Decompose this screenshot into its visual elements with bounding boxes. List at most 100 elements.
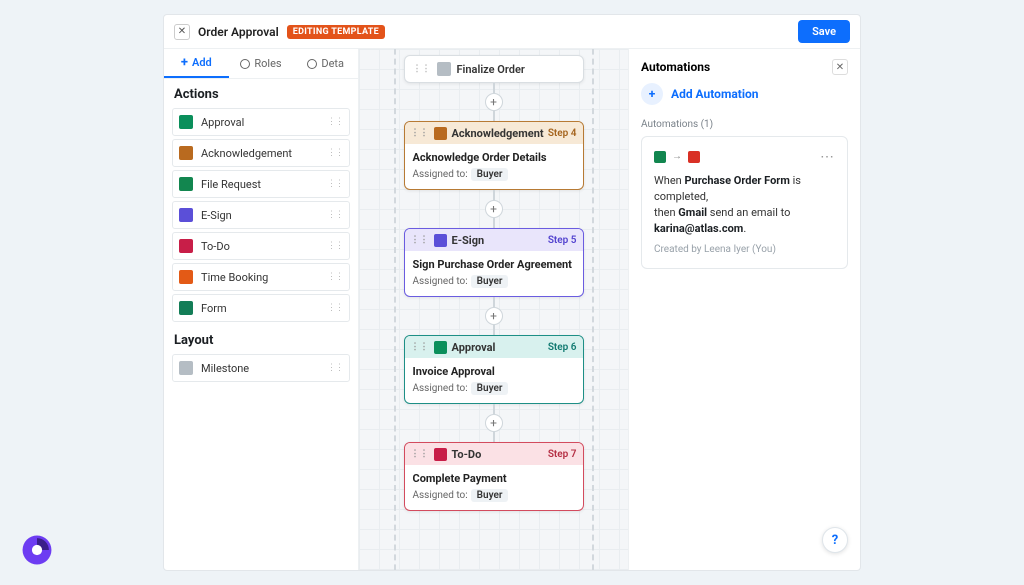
add-step-button[interactable]: + [485, 200, 503, 218]
layout-label: Milestone [201, 362, 249, 375]
file-icon [179, 177, 193, 191]
step-type: E-Sign [452, 234, 485, 247]
tab-add-label: Add [192, 56, 212, 69]
node-finalize-order[interactable]: ⋮⋮ Finalize Order [404, 55, 584, 83]
drag-handle-icon[interactable]: ⋮⋮ [411, 449, 429, 459]
assignee-pill[interactable]: Buyer [471, 275, 509, 288]
action-label: Approval [201, 116, 244, 129]
drag-handle-icon[interactable]: ⋮⋮ [411, 235, 429, 245]
automations-title: Automations [641, 60, 710, 74]
esign-icon [434, 234, 447, 247]
drag-handle-icon[interactable]: ⋮⋮ [327, 303, 343, 313]
help-button[interactable]: ? [822, 527, 848, 553]
action-esign[interactable]: E-Sign ⋮⋮ [172, 201, 350, 229]
gmail-icon [688, 151, 700, 163]
assignee-pill[interactable]: Buyer [471, 489, 509, 502]
assigned-label: Assigned to: [413, 169, 468, 180]
assigned-label: Assigned to: [413, 490, 468, 501]
tab-details[interactable]: Deta [293, 49, 358, 78]
tab-roles-label: Roles [254, 57, 281, 70]
sidebar-tabs: +Add Roles Deta [164, 49, 358, 79]
layout-list: Milestone ⋮⋮ [164, 354, 358, 385]
step-title: Acknowledge Order Details [413, 151, 575, 164]
assignee-pill[interactable]: Buyer [471, 168, 509, 181]
tab-details-label: Deta [321, 57, 344, 70]
drag-handle-icon[interactable]: ⋮⋮ [327, 148, 343, 158]
add-automation-button[interactable]: + Add Automation [641, 83, 848, 105]
todo-icon [434, 448, 447, 461]
drag-handle-icon[interactable]: ⋮⋮ [327, 272, 343, 282]
more-options-button[interactable]: ⋯ [820, 147, 835, 167]
connector-line [493, 432, 495, 442]
save-button[interactable]: Save [798, 20, 850, 43]
action-file-request[interactable]: File Request⋮⋮ [172, 170, 350, 198]
action-label: Acknowledgement [201, 147, 292, 160]
step-esign[interactable]: ⋮⋮ E-Sign Step 5 Sign Purchase Order Agree… [404, 228, 584, 297]
add-step-button[interactable]: + [485, 307, 503, 325]
sheets-icon [654, 151, 666, 163]
layout-heading: Layout [164, 325, 358, 354]
action-label: E-Sign [201, 209, 232, 222]
step-acknowledgement[interactable]: ⋮⋮ Acknowledgement Step 4 Acknowledge Orde… [404, 121, 584, 190]
layout-milestone[interactable]: Milestone ⋮⋮ [172, 354, 350, 382]
drag-handle-icon[interactable]: ⋮⋮ [413, 64, 431, 74]
step-approval[interactable]: ⋮⋮ApprovalStep 6 Invoice ApprovalAssigne… [404, 335, 584, 404]
acknowledgement-icon [434, 127, 447, 140]
step-type: Acknowledgement [452, 127, 544, 140]
connector-line [493, 297, 495, 307]
connector-line [493, 83, 495, 93]
step-title: Sign Purchase Order Agreement [413, 258, 575, 271]
tab-roles[interactable]: Roles [229, 49, 294, 78]
drag-handle-icon[interactable]: ⋮⋮ [327, 117, 343, 127]
action-todo[interactable]: To-Do ⋮⋮ [172, 232, 350, 260]
automation-description: When Purchase Order Form is completed, t… [654, 173, 835, 237]
actions-heading: Actions [164, 79, 358, 108]
milestone-icon [179, 361, 193, 375]
step-number: Step 4 [548, 128, 577, 139]
step-number: Step 5 [548, 235, 577, 246]
drag-handle-icon[interactable]: ⋮⋮ [327, 241, 343, 251]
todo-icon [179, 239, 193, 253]
drag-handle-icon[interactable]: ⋮⋮ [327, 179, 343, 189]
drag-handle-icon[interactable]: ⋮⋮ [327, 363, 343, 373]
connector-line [493, 325, 495, 335]
add-automation-label: Add Automation [671, 87, 759, 101]
workflow-flow: ⋮⋮ Finalize Order + ⋮⋮ Acknowledgement Ste… [404, 55, 584, 511]
template-title: Order Approval [198, 25, 279, 39]
action-time-booking[interactable]: Time Booking⋮⋮ [172, 263, 350, 291]
action-approval[interactable]: Approval ⋮⋮ [172, 108, 350, 136]
connector-line [493, 218, 495, 228]
action-form[interactable]: Form⋮⋮ [172, 294, 350, 322]
step-type: To-Do [452, 448, 482, 461]
action-label: To-Do [201, 240, 230, 253]
add-step-button[interactable]: + [485, 414, 503, 432]
connector-line [493, 111, 495, 121]
close-button[interactable]: ✕ [174, 24, 190, 40]
clock-icon [179, 270, 193, 284]
brand-logo [20, 533, 54, 567]
automation-author: Created by Leena Iyer (You) [654, 243, 835, 258]
step-todo[interactable]: ⋮⋮To-DoStep 7 Complete PaymentAssigned t… [404, 442, 584, 511]
tab-add[interactable]: +Add [164, 49, 229, 78]
drag-handle-icon[interactable]: ⋮⋮ [327, 210, 343, 220]
step-type: Approval [452, 341, 496, 354]
connector-line [493, 190, 495, 200]
approval-icon [179, 115, 193, 129]
editing-badge: EDITING TEMPLATE [287, 25, 385, 39]
assignee-pill[interactable]: Buyer [471, 382, 509, 395]
assigned-label: Assigned to: [413, 383, 468, 394]
add-step-button[interactable]: + [485, 93, 503, 111]
workflow-canvas[interactable]: ⋮⋮ Finalize Order + ⋮⋮ Acknowledgement Ste… [359, 49, 628, 570]
actions-list: Approval ⋮⋮ Acknowledgement ⋮⋮ File Reques… [164, 108, 358, 325]
close-panel-button[interactable]: ✕ [832, 59, 848, 75]
automations-panel: Automations ✕ + Add Automation Automatio… [628, 49, 860, 570]
drag-handle-icon[interactable]: ⋮⋮ [411, 342, 429, 352]
plus-icon: + [641, 83, 663, 105]
action-acknowledgement[interactable]: Acknowledgement ⋮⋮ [172, 139, 350, 167]
acknowledgement-icon [179, 146, 193, 160]
drag-handle-icon[interactable]: ⋮⋮ [411, 128, 429, 138]
details-icon [307, 59, 317, 69]
automation-card[interactable]: → ⋯ When Purchase Order Form is complete… [641, 136, 848, 269]
roles-icon [240, 59, 250, 69]
arrow-icon: → [672, 150, 682, 165]
